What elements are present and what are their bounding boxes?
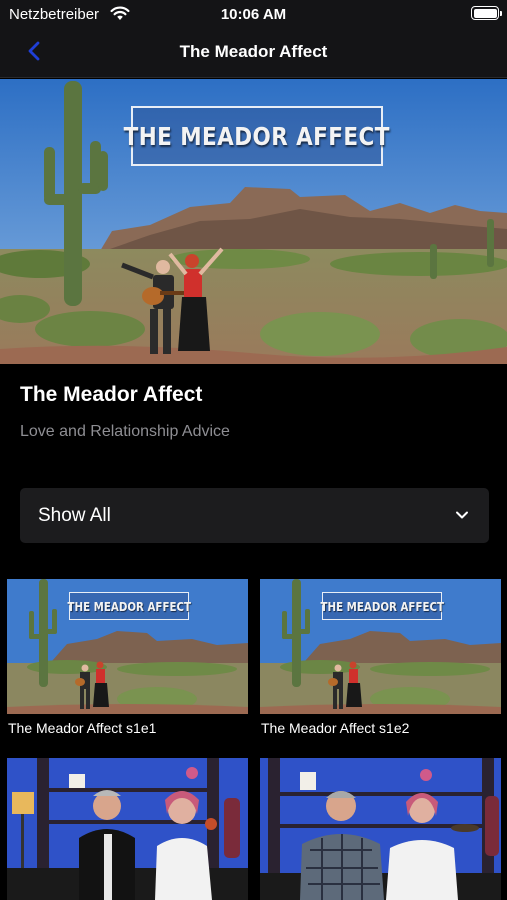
hero-title-banner: THE MEADOR AFFECT	[124, 106, 390, 166]
season-filter-label: Show All	[38, 505, 111, 526]
show-subtitle: Love and Relationship Advice	[20, 423, 230, 440]
episode-thumbnail: THE MEADOR AFFECT	[260, 579, 501, 714]
season-filter-dropdown[interactable]: Show All	[20, 488, 489, 543]
episode-card-s1e1[interactable]: THE MEADOR AFFECT The Meador Affect s1e1	[7, 579, 248, 744]
episode-thumbnail: THE MEADOR AFFECT	[7, 579, 248, 714]
hero-image: THE MEADOR AFFECT	[0, 79, 507, 364]
hero-banner-text: THE MEADOR AFFECT	[123, 121, 391, 151]
episode-thumbnail	[7, 758, 248, 900]
clock: 10:06 AM	[220, 6, 287, 23]
thumbnail-banner-text: THE MEADOR AFFECT	[320, 598, 444, 614]
episode-title: The Meador Affect s1e1	[8, 720, 157, 736]
thumbnail-banner: THE MEADOR AFFECT	[320, 592, 444, 620]
chevron-down-icon	[456, 511, 468, 519]
episode-card-4[interactable]	[260, 758, 501, 900]
status-bar: Netzbetreiber 10:06 AM	[0, 0, 507, 28]
nav-title: The Meador Affect	[179, 42, 328, 61]
episode-title: The Meador Affect s1e2	[261, 720, 410, 736]
episode-card-s1e2[interactable]: THE MEADOR AFFECT The Meador Affect s1e2	[260, 579, 501, 744]
battery-icon	[471, 6, 502, 20]
navigation-bar: The Meador Affect	[0, 28, 507, 78]
episode-card-3[interactable]	[7, 758, 248, 900]
show-title: The Meador Affect	[20, 383, 203, 406]
thumbnail-banner-text: THE MEADOR AFFECT	[67, 598, 191, 614]
thumbnail-banner: THE MEADOR AFFECT	[67, 592, 191, 620]
episode-thumbnail	[260, 758, 501, 900]
